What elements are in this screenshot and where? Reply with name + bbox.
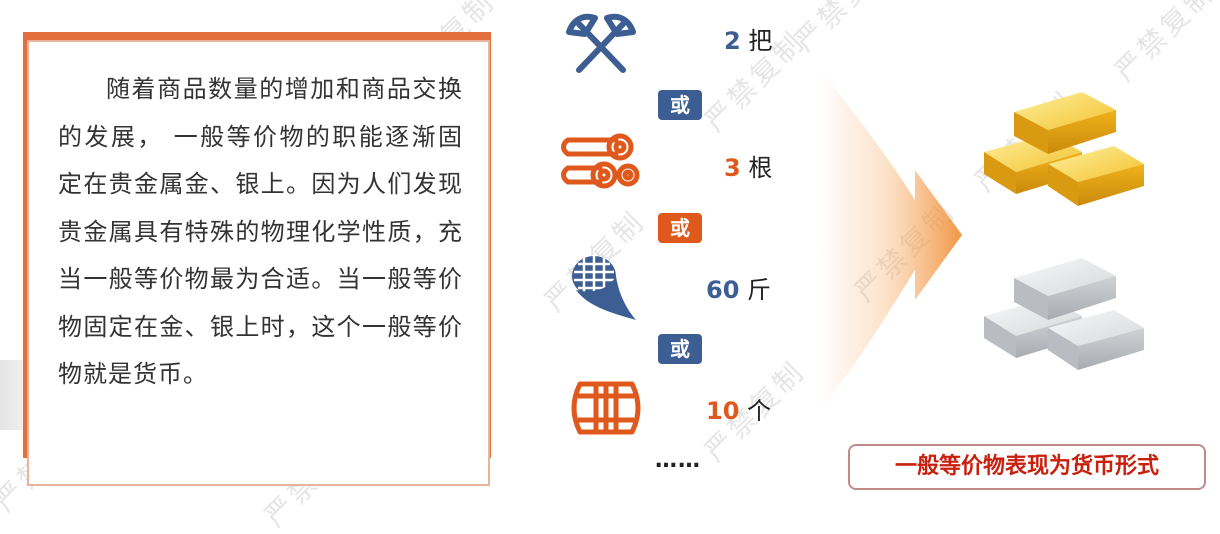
quantity-unit: 把 [748,27,773,55]
corn-icon [572,256,636,320]
quantity-unit: 根 [748,154,773,182]
quantity-axe: 2 把 [724,26,772,56]
quantity-number: 60 [706,276,740,304]
quantity-number: 3 [724,154,741,182]
axe-icon [566,13,636,73]
card-paragraph: 随着商品数量的增加和商品交换的发展， 一般等价物的职能逐渐固定在贵金属金、银上。… [58,75,463,388]
quantity-number: 10 [706,397,740,425]
quantity-unit: 个 [747,397,772,425]
gold-bars-icon [984,92,1144,206]
barrel-icon [571,381,641,435]
or-connector: 或 [658,90,702,120]
silver-bars-icon [984,258,1144,370]
wood-logs-icon [561,133,640,189]
quantity-wood: 3 根 [724,153,772,183]
ellipsis: …… [655,448,701,473]
watermark: 严禁复制 [1108,0,1220,88]
arrow-right-icon [820,70,962,410]
quantity-number: 2 [724,27,741,55]
quantity-barrel: 10 个 [706,396,771,426]
quantity-unit: 斤 [747,276,772,304]
or-connector: 或 [658,213,702,243]
quantity-corn: 60 斤 [706,275,771,305]
or-connector: 或 [658,334,702,364]
money-form-caption: 一般等价物表现为货币形式 [848,444,1206,490]
